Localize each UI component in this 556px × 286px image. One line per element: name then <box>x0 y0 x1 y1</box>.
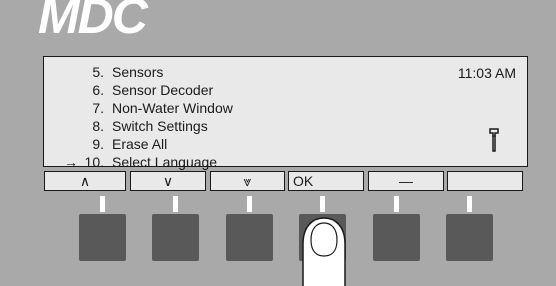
softkey-ok: OK <box>288 171 364 191</box>
menu-item-select-language[interactable]: → 10. Select Language <box>64 153 233 171</box>
softkey-blank <box>447 171 523 191</box>
softkey-page-down: ⩔ <box>210 171 285 191</box>
button-stem <box>394 196 399 212</box>
hw-button-up[interactable] <box>79 214 126 261</box>
menu-item-sensors[interactable]: 5. Sensors <box>64 63 233 81</box>
button-stem <box>100 196 105 212</box>
menu-item-number: 9. <box>92 136 104 152</box>
menu-item-sensor-decoder[interactable]: 6. Sensor Decoder <box>64 81 233 99</box>
button-stem <box>320 196 325 212</box>
controller-panel: MDC 5. Sensors 6. Sensor Decoder 7. Non-… <box>0 0 556 286</box>
button-stem <box>247 196 252 212</box>
menu-item-number: 8. <box>92 118 104 134</box>
menu-item-label: Sensor Decoder <box>112 82 214 98</box>
button-stem <box>173 196 178 212</box>
hardware-button-row <box>0 196 556 261</box>
menu-item-erase-all[interactable]: 9. Erase All <box>64 135 233 153</box>
selection-arrow-icon: → <box>64 154 78 170</box>
softkey-up: ∧ <box>44 171 126 191</box>
menu-item-number: 6. <box>92 82 104 98</box>
softkey-down: ∨ <box>130 171 206 191</box>
clock-display: 11:03 AM <box>457 65 516 81</box>
menu-item-label: Non-Water Window <box>112 100 233 116</box>
brand-logo: MDC <box>38 0 148 44</box>
menu-item-number: 7. <box>92 100 104 116</box>
menu-item-label: Sensors <box>112 64 164 80</box>
softkey-bar: ∧ ∨ ⩔ OK — <box>44 171 529 193</box>
menu-item-number: 10. <box>84 154 104 170</box>
button-stem <box>467 196 472 212</box>
hw-button-back[interactable] <box>373 214 420 261</box>
hw-button-page-down[interactable] <box>226 214 273 261</box>
hw-button-blank[interactable] <box>446 214 493 261</box>
menu-item-switch-settings[interactable]: 8. Switch Settings <box>64 117 233 135</box>
rain-sensor-icon <box>489 128 499 152</box>
menu-item-number: 5. <box>92 64 104 80</box>
pressing-finger-icon <box>302 217 346 286</box>
menu-list: 5. Sensors 6. Sensor Decoder 7. Non-Wate… <box>64 63 233 171</box>
menu-item-non-water-window[interactable]: 7. Non-Water Window <box>64 99 233 117</box>
lcd-screen: 5. Sensors 6. Sensor Decoder 7. Non-Wate… <box>43 56 528 191</box>
menu-item-label: Select Language <box>112 154 218 170</box>
menu-item-label: Switch Settings <box>112 118 208 134</box>
menu-item-label: Erase All <box>112 136 168 152</box>
hw-button-down[interactable] <box>152 214 199 261</box>
softkey-back: — <box>368 171 444 191</box>
